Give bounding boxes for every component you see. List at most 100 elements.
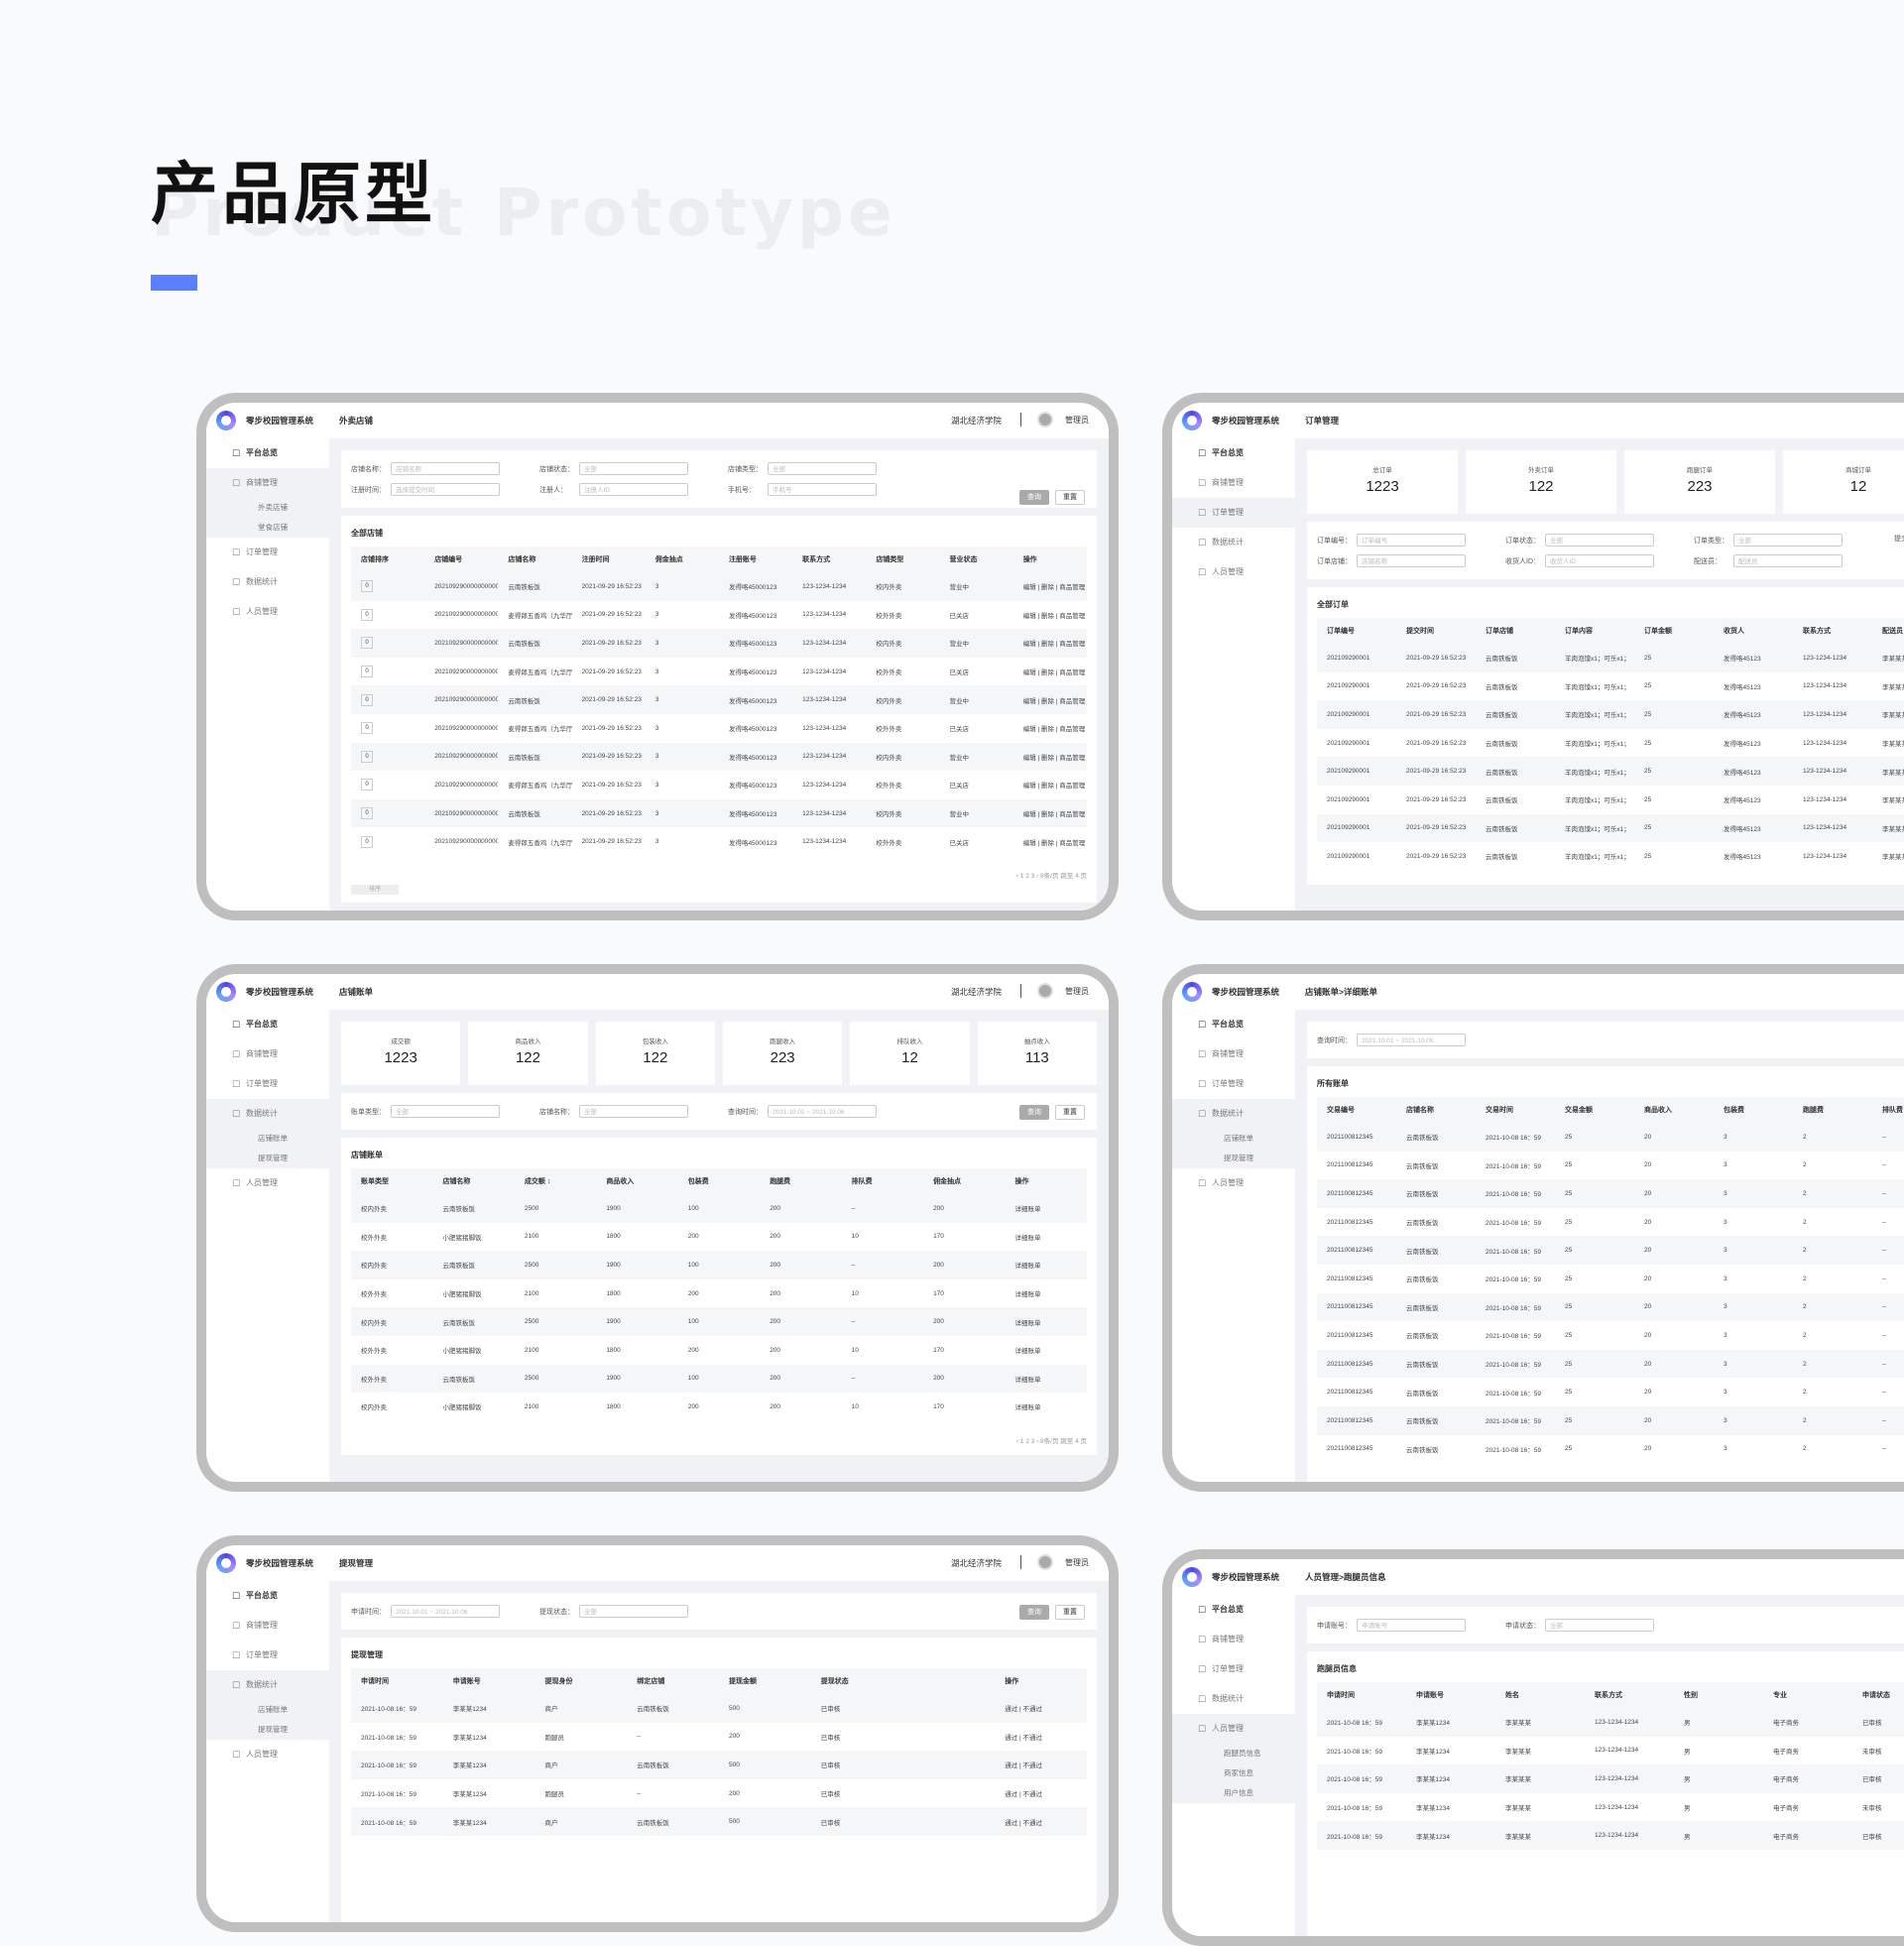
sidebar-sub-item[interactable]: 用户信息 <box>1172 1783 1295 1803</box>
sidebar-item-order[interactable]: 订单管理 <box>1172 1654 1295 1684</box>
sort-order-input[interactable]: 0 <box>361 666 373 678</box>
table-cell[interactable]: 通过 | 不通过 <box>995 1779 1087 1808</box>
filter-input[interactable]: 选择提交时间 <box>391 483 500 496</box>
sidebar-item-data[interactable]: 数据统计 <box>1172 528 1295 557</box>
sidebar-sub-item[interactable]: 提现管理 <box>206 1149 329 1168</box>
table-cell[interactable]: 编辑 | 删除 | 商品管理 <box>1012 685 1087 714</box>
table-cell[interactable]: 通过 | 不通过 <box>995 1751 1087 1779</box>
query-button[interactable]: 查询 <box>1019 1605 1049 1620</box>
table-cell[interactable]: 详细账单 <box>1006 1223 1088 1252</box>
table-cell[interactable]: 编辑 | 删除 | 商品管理 <box>1013 714 1087 743</box>
table-cell[interactable]: 详细账单 <box>1005 1307 1087 1336</box>
filter-input[interactable]: 收货人ID <box>1545 554 1654 567</box>
filter-input[interactable]: 全部 <box>391 1105 500 1118</box>
table-cell[interactable]: 编辑 | 删除 | 商品管理 <box>1012 629 1087 658</box>
sidebar-item-people[interactable]: 人员管理 <box>1172 1168 1295 1198</box>
table-cell[interactable]: 编辑 | 删除 | 商品管理 <box>1013 658 1087 686</box>
sidebar-item-order[interactable]: 订单管理 <box>1172 498 1295 528</box>
sidebar-item-people[interactable]: 人员管理 <box>1172 557 1295 587</box>
sidebar-item-people[interactable]: 人员管理 <box>206 597 329 627</box>
filter-input[interactable]: 注册人ID <box>579 483 688 496</box>
reset-button[interactable]: 重置 <box>1055 1605 1085 1620</box>
sidebar-item-overview[interactable]: 平台总览 <box>1172 1010 1295 1039</box>
query-button[interactable]: 查询 <box>1019 490 1049 505</box>
sort-order-input[interactable]: 0 <box>361 608 373 621</box>
avatar[interactable] <box>1037 1554 1053 1570</box>
table-cell[interactable]: 详细账单 <box>1005 1194 1087 1223</box>
admin-menu[interactable]: 管理员 <box>1065 415 1089 426</box>
filter-input[interactable]: 2021.10.01 ~ 2021.10.06 <box>768 1105 877 1118</box>
filter-input[interactable]: 全部 <box>579 1605 688 1618</box>
avatar[interactable] <box>1037 983 1053 999</box>
sort-order-input[interactable]: 0 <box>361 750 373 763</box>
sidebar-sub-item[interactable]: 外卖店铺 <box>206 498 329 518</box>
table-cell[interactable]: 通过 | 不通过 <box>995 1807 1087 1836</box>
sidebar-item-shop[interactable]: 商铺管理 <box>206 1039 329 1069</box>
pagination[interactable]: ‹ 1 2 3 › 8条/页 跳至 4 页 <box>351 856 1087 884</box>
filter-input[interactable]: 申请账号 <box>1357 1619 1466 1632</box>
table-cell[interactable]: 详细账单 <box>1006 1393 1088 1421</box>
sidebar-item-shop[interactable]: 商铺管理 <box>1172 1625 1295 1654</box>
filter-input[interactable]: 全部 <box>768 462 877 475</box>
table-cell[interactable]: 详细账单 <box>1005 1364 1087 1394</box>
sidebar-item-people[interactable]: 人员管理 <box>206 1740 329 1769</box>
sort-order-input[interactable]: 0 <box>361 693 373 706</box>
table-cell[interactable]: 详细账单 <box>1005 1251 1087 1279</box>
sidebar-sub-item[interactable]: 店铺账单 <box>206 1129 329 1149</box>
filter-input[interactable]: 订单编号 <box>1357 534 1466 547</box>
sidebar-sub-item[interactable]: 提现管理 <box>206 1720 329 1740</box>
table-cell[interactable]: 通过 | 不通过 <box>995 1723 1087 1752</box>
filter-input[interactable]: 配送员 <box>1733 554 1843 567</box>
sidebar-item-order[interactable]: 订单管理 <box>206 1069 329 1099</box>
sort-order-input[interactable]: 0 <box>361 779 373 791</box>
sidebar-item-shop[interactable]: 商铺管理 <box>1172 1039 1295 1069</box>
sidebar-item-people[interactable]: 人员管理 <box>206 1168 329 1198</box>
sidebar-item-data[interactable]: 数据统计 <box>206 1099 329 1129</box>
sidebar-item-overview[interactable]: 平台总览 <box>206 438 329 468</box>
table-cell[interactable]: 编辑 | 删除 | 商品管理 <box>1013 771 1087 799</box>
table-cell[interactable]: 编辑 | 删除 | 商品管理 <box>1012 742 1087 772</box>
table-cell[interactable]: 编辑 | 删除 | 商品管理 <box>1012 572 1087 601</box>
sidebar-sub-item[interactable]: 跑腿员信息 <box>1172 1744 1295 1764</box>
admin-menu[interactable]: 管理员 <box>1065 986 1089 997</box>
filter-input[interactable]: 2021.10.01 ~ 2021.10.06 <box>1357 1034 1466 1046</box>
sidebar-sub-item[interactable]: 店铺账单 <box>1172 1129 1295 1149</box>
sidebar-item-order[interactable]: 订单管理 <box>206 1641 329 1670</box>
sidebar-sub-item[interactable]: 商家信息 <box>1172 1764 1295 1783</box>
table-cell[interactable]: 编辑 | 删除 | 商品管理 <box>1012 798 1087 828</box>
admin-menu[interactable]: 管理员 <box>1065 1557 1089 1568</box>
table-cell[interactable]: 详细账单 <box>1006 1336 1088 1365</box>
table-cell[interactable]: 编辑 | 删除 | 商品管理 <box>1013 601 1087 630</box>
sidebar-item-overview[interactable]: 平台总览 <box>1172 438 1295 468</box>
reset-button[interactable]: 重置 <box>1055 1105 1085 1120</box>
table-cell[interactable]: 详细账单 <box>1006 1279 1088 1308</box>
sort-order-input[interactable]: 0 <box>361 807 373 820</box>
sort-order-input[interactable]: 0 <box>361 835 373 848</box>
sidebar-item-data[interactable]: 数据统计 <box>1172 1099 1295 1129</box>
sidebar-sub-item[interactable]: 店铺账单 <box>206 1700 329 1720</box>
filter-input[interactable]: 全部 <box>1545 1619 1654 1632</box>
sidebar-item-overview[interactable]: 平台总览 <box>206 1581 329 1611</box>
pagination[interactable]: ‹ 1 2 3 › 8条/页 跳至 4 页 <box>351 1421 1087 1449</box>
sidebar-item-people[interactable]: 人员管理 <box>1172 1714 1295 1744</box>
filter-input[interactable]: 店铺名称 <box>1357 554 1466 567</box>
sidebar-item-data[interactable]: 数据统计 <box>206 567 329 597</box>
sort-order-input[interactable]: 0 <box>361 637 373 650</box>
sort-order-input[interactable]: 0 <box>361 722 373 735</box>
sidebar-item-shop[interactable]: 商铺管理 <box>206 1611 329 1641</box>
filter-input[interactable]: 手机号 <box>768 483 877 496</box>
filter-input[interactable]: 全部 <box>579 462 688 475</box>
query-button[interactable]: 查询 <box>1019 1105 1049 1120</box>
sidebar-sub-item[interactable]: 提现管理 <box>1172 1149 1295 1168</box>
sidebar-item-overview[interactable]: 平台总览 <box>1172 1595 1295 1625</box>
filter-input[interactable]: 全部 <box>579 1105 688 1118</box>
sidebar-item-order[interactable]: 订单管理 <box>1172 1069 1295 1099</box>
sort-button[interactable]: 排序 <box>351 885 399 895</box>
sidebar-item-overview[interactable]: 平台总览 <box>206 1010 329 1039</box>
filter-input[interactable]: 店铺名称 <box>391 462 500 475</box>
sidebar-item-data[interactable]: 数据统计 <box>1172 1684 1295 1714</box>
reset-button[interactable]: 重置 <box>1055 490 1085 505</box>
sort-order-input[interactable]: 0 <box>361 580 373 593</box>
avatar[interactable] <box>1037 412 1053 427</box>
sidebar-item-shop[interactable]: 商铺管理 <box>1172 468 1295 498</box>
